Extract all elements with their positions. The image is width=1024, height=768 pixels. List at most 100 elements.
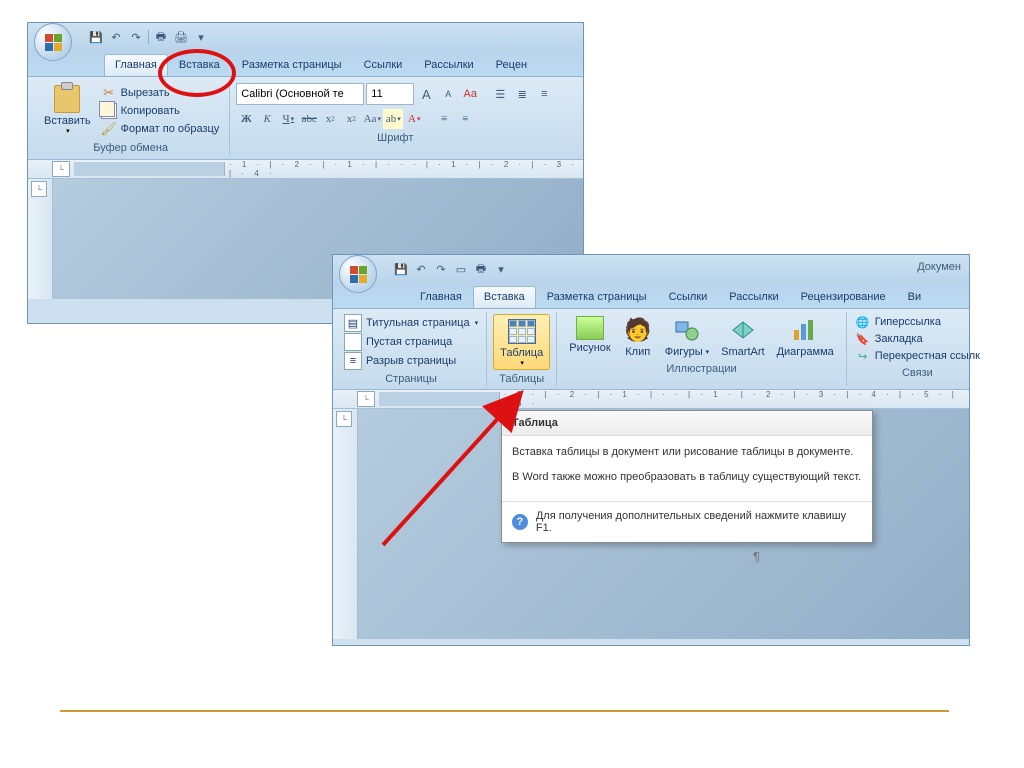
print-icon[interactable]: 🖶 [153, 29, 169, 45]
picture-button[interactable]: Рисунок [563, 314, 617, 356]
vertical-ruler: └ [28, 179, 53, 299]
crossref-icon: ↪ [855, 348, 871, 364]
info-icon: ? [512, 514, 528, 530]
tab-page-layout[interactable]: Разметка страницы [231, 54, 353, 76]
new-doc-icon[interactable]: ▭ [453, 261, 469, 277]
font-name-select[interactable] [236, 83, 364, 105]
qat-dropdown-icon[interactable]: ▾ [193, 29, 209, 45]
align-left-button[interactable]: ≡ [434, 109, 454, 129]
cover-page-button[interactable]: ▤ Титульная страница ▾ [344, 314, 478, 332]
tab-insert[interactable]: Вставка [168, 54, 231, 76]
tooltip-help: Для получения дополнительных сведений на… [536, 510, 862, 534]
grow-font-button[interactable]: A [416, 83, 436, 105]
blank-page-icon [344, 333, 362, 351]
tab-review[interactable]: Рецензирование [790, 286, 897, 308]
ribbon-insert: ▤ Титульная страница ▾ Пустая страница ≡… [333, 309, 969, 390]
table-button[interactable]: Таблица ▾ [493, 314, 550, 370]
divider [60, 710, 949, 712]
group-clipboard: Вставить ▾ ✂ Вырезать Копировать 🖌 Форма… [32, 81, 230, 155]
group-links: 🌐 Гиперссылка 🔖 Закладка ↪ Перекрестная … [847, 312, 988, 386]
blank-page-button[interactable]: Пустая страница [344, 333, 478, 351]
underline-button[interactable]: Ч▾ [278, 109, 298, 129]
clip-label: Клип [625, 346, 650, 358]
horizontal-ruler: └ · 1 · | · 2 · | · 1 · | · · · | · 1 · … [28, 160, 583, 179]
office-logo-icon [350, 266, 367, 283]
redo-icon[interactable]: ↷ [433, 261, 449, 277]
brush-icon: 🖌 [101, 121, 117, 137]
undo-icon[interactable]: ↶ [413, 261, 429, 277]
undo-icon[interactable]: ↶ [108, 29, 124, 45]
font-color-button[interactable]: A▾ [404, 109, 424, 129]
page-break-button[interactable]: ≡ Разрыв страницы [344, 352, 478, 370]
vertical-ruler: └ [333, 409, 358, 639]
tab-references[interactable]: Ссылки [658, 286, 719, 308]
cover-page-label: Титульная страница [366, 317, 470, 329]
tooltip-line2: В Word также можно преобразовать в табли… [512, 469, 862, 486]
cut-button[interactable]: ✂ Вырезать [101, 85, 220, 101]
qat-dropdown-icon[interactable]: ▾ [493, 261, 509, 277]
quick-access-toolbar: 💾 ↶ ↷ 🖶 🖨 ▾ [88, 29, 209, 45]
copy-button[interactable]: Копировать [101, 103, 220, 119]
chart-label: Диаграмма [777, 346, 834, 358]
italic-button[interactable]: К [257, 109, 277, 129]
print-icon[interactable]: 🖶 [473, 261, 489, 277]
office-button[interactable] [34, 23, 72, 61]
horizontal-ruler: └ · 3 · | · 2 · | · 1 · | · · | · 1 · | … [333, 390, 969, 409]
clear-format-button[interactable]: Aa [460, 83, 480, 105]
tab-view[interactable]: Ви [897, 286, 932, 308]
group-links-label: Связи [902, 364, 933, 380]
page-break-label: Разрыв страницы [366, 355, 456, 367]
tab-home[interactable]: Главная [104, 54, 168, 76]
superscript-button[interactable]: x2 [341, 109, 361, 129]
crossref-label: Перекрестная ссылк [875, 350, 980, 362]
tab-mailings[interactable]: Рассылки [413, 54, 484, 76]
tab-references[interactable]: Ссылки [353, 54, 414, 76]
shrink-font-button[interactable]: A [438, 83, 458, 105]
subscript-button[interactable]: x2 [320, 109, 340, 129]
font-size-select[interactable] [366, 83, 414, 105]
picture-label: Рисунок [569, 342, 611, 354]
bookmark-label: Закладка [875, 333, 923, 345]
change-case-button[interactable]: Aa▾ [362, 109, 382, 129]
tab-mailings[interactable]: Рассылки [718, 286, 789, 308]
ribbon-tabs: Главная Вставка Разметка страницы Ссылки… [333, 283, 969, 309]
office-button[interactable] [339, 255, 377, 293]
ruler-ticks: · 1 · | · 2 · | · 1 · | · · · | · 1 · | … [225, 160, 583, 178]
clip-button[interactable]: 🧑 Клип [617, 314, 659, 360]
picture-icon [576, 316, 604, 340]
chevron-down-icon: ▾ [520, 359, 524, 367]
save-icon[interactable]: 💾 [393, 261, 409, 277]
bookmark-button[interactable]: 🔖 Закладка [855, 331, 980, 347]
hyperlink-button[interactable]: 🌐 Гиперссылка [855, 314, 980, 330]
align-center-button[interactable]: ≡ [455, 109, 475, 129]
group-pages: ▤ Титульная страница ▾ Пустая страница ≡… [336, 312, 487, 386]
ruler-corner-icon: └ [31, 181, 47, 197]
chevron-down-icon: ▾ [66, 127, 70, 135]
clipboard-icon [54, 85, 80, 113]
tab-page-layout[interactable]: Разметка страницы [536, 286, 658, 308]
chart-button[interactable]: Диаграмма [771, 314, 840, 360]
smartart-button[interactable]: SmartArt [715, 314, 770, 360]
quick-print-icon[interactable]: 🖨 [173, 29, 189, 45]
format-painter-button[interactable]: 🖌 Формат по образцу [101, 121, 220, 137]
redo-icon[interactable]: ↷ [128, 29, 144, 45]
tab-insert[interactable]: Вставка [473, 286, 536, 308]
chevron-down-icon: ▾ [475, 319, 479, 327]
hyperlink-label: Гиперссылка [875, 316, 941, 328]
tab-home[interactable]: Главная [409, 286, 473, 308]
save-icon[interactable]: 💾 [88, 29, 104, 45]
paste-button[interactable]: Вставить ▾ [38, 83, 97, 137]
shapes-button[interactable]: Фигуры▾ [659, 314, 715, 360]
highlight-button[interactable]: ab▾ [383, 109, 403, 129]
word-window-insert: 💾 ↶ ↷ ▭ 🖶 ▾ Докумен Главная Вставка Разм… [332, 254, 970, 646]
bold-button[interactable]: Ж [236, 109, 256, 129]
numbering-button[interactable]: ≣ [512, 83, 532, 105]
crossref-button[interactable]: ↪ Перекрестная ссылк [855, 348, 980, 364]
copy-icon [101, 103, 117, 119]
tab-review[interactable]: Рецен [485, 54, 538, 76]
multilevel-button[interactable]: ≡ [534, 83, 554, 105]
strikethrough-button[interactable]: abc [299, 109, 319, 129]
bullets-button[interactable]: ☰ [490, 83, 510, 105]
clip-icon: 🧑 [623, 316, 653, 344]
tooltip-title: Таблица [502, 411, 872, 436]
